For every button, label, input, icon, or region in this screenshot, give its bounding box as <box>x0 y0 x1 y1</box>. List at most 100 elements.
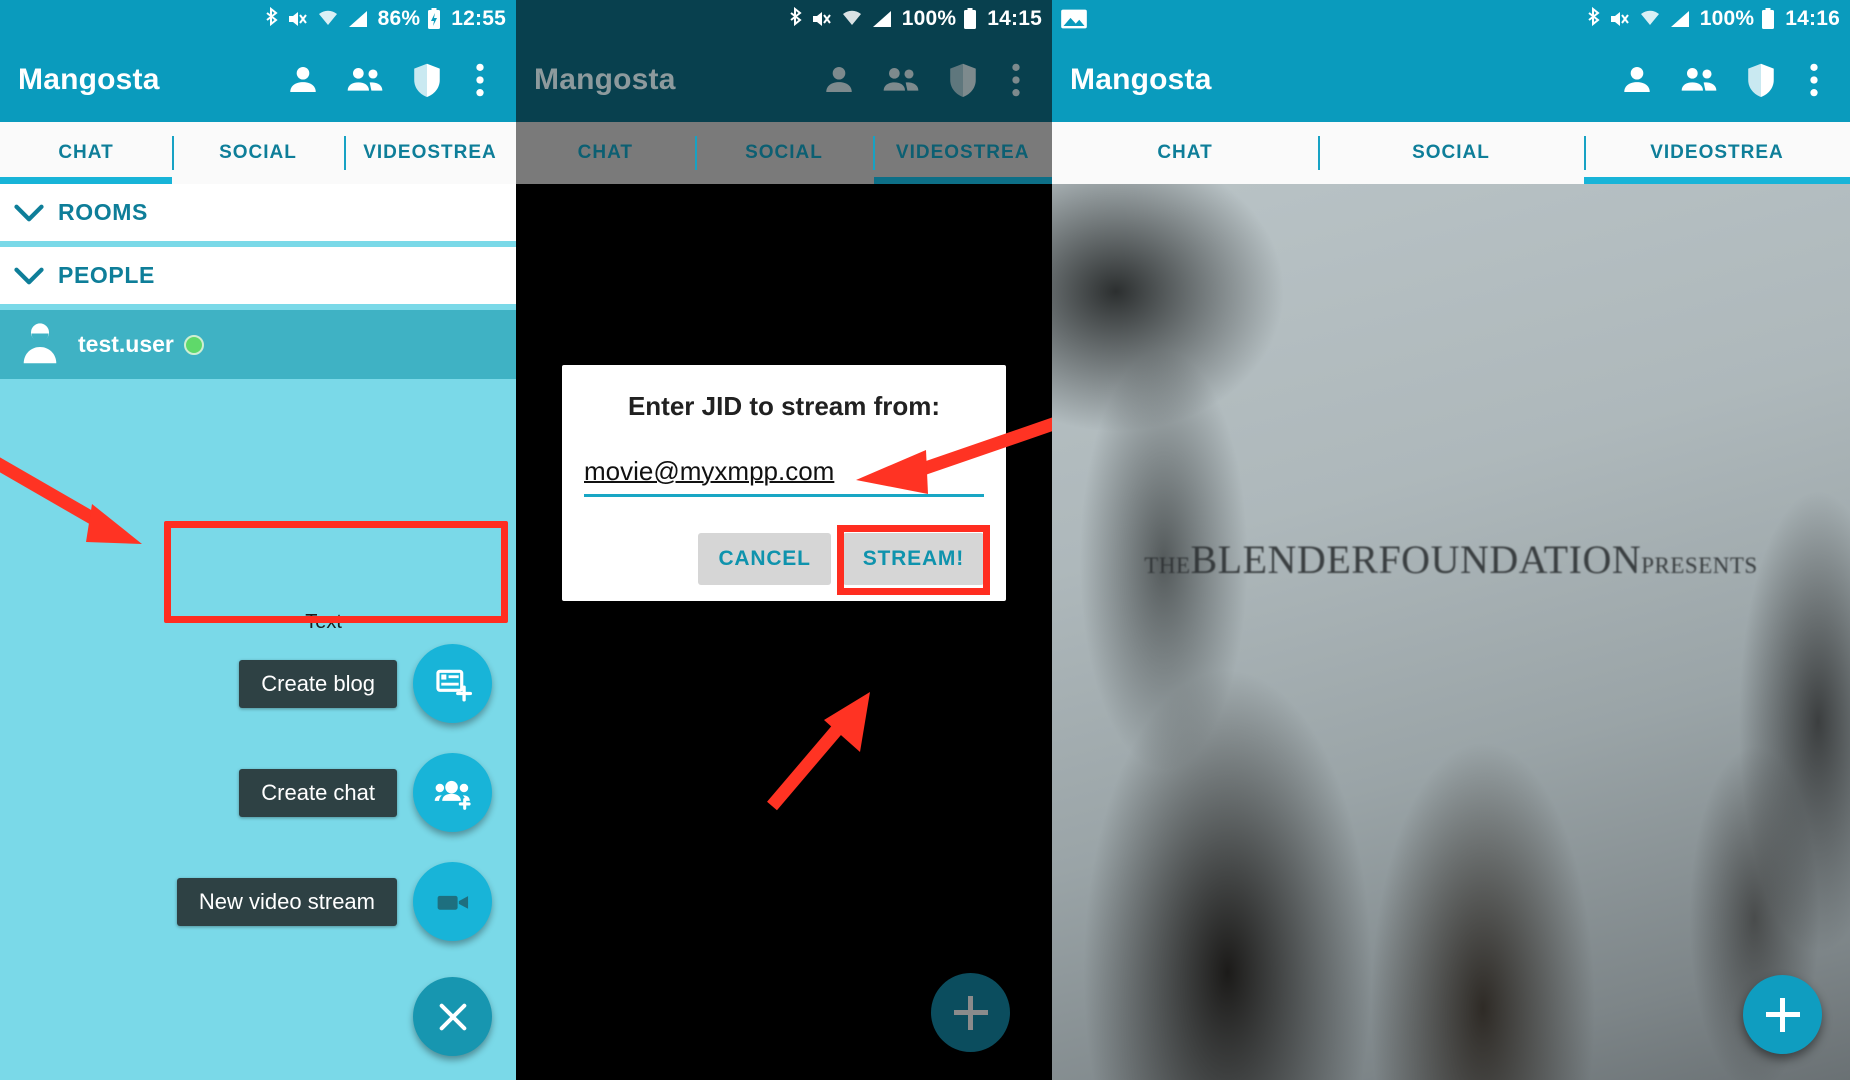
plus-icon <box>953 995 988 1030</box>
bluetooth-icon <box>263 7 280 31</box>
fab-label-new-video-stream: New video stream <box>176 877 397 926</box>
tab-videostream[interactable]: VIDEOSTREA <box>873 122 1052 184</box>
credit-the: THE <box>1144 553 1191 578</box>
new-post-icon[interactable] <box>413 644 492 723</box>
status-badge <box>183 334 204 355</box>
tab-videostream-label: VIDEOSTREA <box>363 142 497 163</box>
fab-close-button[interactable] <box>413 977 492 1056</box>
battery-percent: 100% <box>1699 7 1755 30</box>
people-icon[interactable] <box>870 49 932 111</box>
avatar <box>18 319 62 370</box>
shield-icon[interactable] <box>932 49 994 111</box>
panel-chat-fab: 86% 12:55 Mangosta CHAT SOCIAL VIDEOSTRE… <box>0 0 516 1080</box>
contact-name: test.user <box>78 331 174 357</box>
tab-indicator <box>874 177 1052 184</box>
mute-vibrate-icon <box>1608 7 1632 31</box>
fab-label-create-blog: Create blog <box>239 659 397 708</box>
highlight-box-new-video-stream <box>164 521 508 623</box>
tab-social[interactable]: SOCIAL <box>1318 122 1584 184</box>
overflow-menu-icon[interactable] <box>1792 49 1836 111</box>
video-camera-icon[interactable] <box>413 862 492 941</box>
people-icon[interactable] <box>1668 49 1730 111</box>
fab-label-create-chat: Create chat <box>239 768 397 817</box>
tab-bar: CHAT SOCIAL VIDEOSTREA <box>0 122 516 184</box>
tab-indicator <box>0 177 172 184</box>
fab-hint-text: Text <box>305 611 342 633</box>
jid-input[interactable] <box>584 456 984 493</box>
tab-chat-label: CHAT <box>1157 142 1213 163</box>
input-underline <box>584 494 984 497</box>
chat-list: ROOMS PEOPLE test.user Text Create blog … <box>0 184 516 1080</box>
fab-speed-dial: Text Create blog Create chat New video s… <box>176 611 492 1056</box>
tab-social[interactable]: SOCIAL <box>172 122 344 184</box>
fab-row-new-video-stream[interactable]: New video stream <box>176 862 492 941</box>
clock: 14:16 <box>1785 7 1840 30</box>
stream-jid-dialog: Enter JID to stream from: CANCEL STREAM! <box>562 365 1006 601</box>
tab-chat[interactable]: CHAT <box>0 122 172 184</box>
cancel-button[interactable]: CANCEL <box>698 533 831 585</box>
shield-icon[interactable] <box>1730 49 1792 111</box>
shield-icon[interactable] <box>396 49 458 111</box>
tab-social-label: SOCIAL <box>1412 142 1490 163</box>
tab-social-label: SOCIAL <box>219 142 297 163</box>
person-icon[interactable] <box>1606 49 1668 111</box>
section-header-people[interactable]: PEOPLE <box>0 247 516 310</box>
tab-social-label: SOCIAL <box>745 142 823 163</box>
videostream-empty-area <box>516 184 1052 1080</box>
image-icon <box>1060 7 1088 31</box>
section-label-people: PEOPLE <box>58 262 155 288</box>
status-bar-right: 100% 14:15 <box>787 7 1042 31</box>
tab-chat-label: CHAT <box>58 142 114 163</box>
panel-video-playing: 100% 14:16 Mangosta CHAT SOCIAL VIDEOSTR… <box>1052 0 1850 1080</box>
status-bar-right: 86% 12:55 <box>263 7 506 31</box>
highlight-box-stream-button <box>836 525 990 595</box>
battery-full-icon <box>1760 7 1776 31</box>
status-bar: 100% 14:16 <box>1052 0 1850 38</box>
tab-videostream-label: VIDEOSTREA <box>895 142 1030 163</box>
app-bar: Mangosta <box>516 38 1052 122</box>
person-icon[interactable] <box>808 49 870 111</box>
mute-vibrate-icon <box>286 7 310 31</box>
status-bar: 86% 12:55 <box>0 0 516 38</box>
app-bar-actions <box>1606 49 1836 111</box>
fab-row-create-chat[interactable]: Create chat <box>239 753 492 832</box>
tab-bar: CHAT SOCIAL VIDEOSTREA <box>1052 122 1850 184</box>
three-panel-screenshot-strip: 86% 12:55 Mangosta CHAT SOCIAL VIDEOSTRE… <box>0 0 1850 1080</box>
tab-chat[interactable]: CHAT <box>1052 122 1318 184</box>
tab-videostream[interactable]: VIDEOSTREA <box>1584 122 1850 184</box>
tab-indicator <box>1584 177 1850 184</box>
battery-percent: 86% <box>377 7 421 30</box>
tab-videostream-label: VIDEOSTREA <box>1650 142 1784 163</box>
tab-bar: CHAT SOCIAL VIDEOSTREA <box>516 122 1052 184</box>
app-title: Mangosta <box>534 63 676 96</box>
app-bar-actions <box>272 49 502 111</box>
mute-vibrate-icon <box>810 7 834 31</box>
dialog-actions: CANCEL STREAM! <box>584 525 990 595</box>
wifi-icon <box>1638 7 1662 31</box>
status-bar: 100% 14:15 <box>516 0 1052 38</box>
clock: 14:15 <box>987 7 1042 30</box>
overflow-menu-icon[interactable] <box>458 49 502 111</box>
person-icon[interactable] <box>272 49 334 111</box>
section-header-rooms[interactable]: ROOMS <box>0 184 516 247</box>
video-player-surface[interactable]: THEBLENDERFOUNDATIONPRESENTS <box>1052 184 1850 1080</box>
section-label-rooms: ROOMS <box>58 199 148 225</box>
plus-icon <box>1765 997 1800 1032</box>
tab-videostream[interactable]: VIDEOSTREA <box>344 122 516 184</box>
cell-signal-icon <box>870 7 894 31</box>
tab-chat[interactable]: CHAT <box>516 122 695 184</box>
red-arrow <box>0 457 142 544</box>
video-credit-overlay: THEBLENDERFOUNDATIONPRESENTS <box>1052 536 1850 583</box>
people-icon[interactable] <box>334 49 396 111</box>
panel-stream-dialog: 100% 14:15 Mangosta CHAT SOCIAL VIDEOSTR… <box>516 0 1052 1080</box>
overflow-menu-icon[interactable] <box>994 49 1038 111</box>
confirm-button-wrap: STREAM! <box>836 525 990 595</box>
list-item[interactable]: test.user <box>0 310 516 383</box>
add-stream-fab[interactable] <box>931 973 1010 1052</box>
clock: 12:55 <box>451 7 506 30</box>
new-group-chat-icon[interactable] <box>413 753 492 832</box>
app-bar: Mangosta <box>0 38 516 122</box>
tab-social[interactable]: SOCIAL <box>694 122 874 184</box>
fab-row-create-blog[interactable]: Text Create blog <box>239 611 492 723</box>
add-stream-fab[interactable] <box>1743 975 1822 1054</box>
